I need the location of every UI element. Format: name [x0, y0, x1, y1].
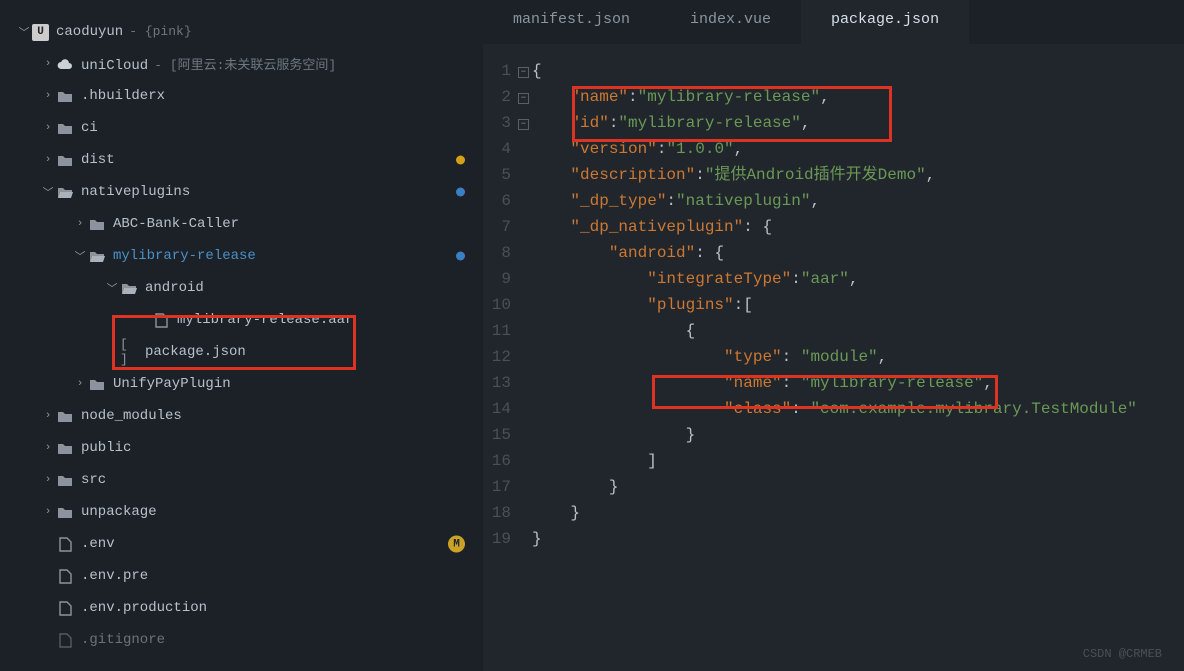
watermark: CSDN @CRMEB — [1083, 647, 1162, 661]
root-folder[interactable]: ﹀ U caoduyun - {pink} — [0, 16, 483, 48]
file-label: .env — [81, 536, 463, 552]
file-icon — [56, 631, 74, 649]
chevron-right-icon: › — [40, 120, 56, 136]
chevron-right-icon: › — [40, 472, 56, 488]
folder-abc-bank[interactable]: › ABC-Bank-Caller — [0, 208, 483, 240]
spacer — [40, 568, 56, 584]
chevron-down-icon: ﹀ — [16, 24, 32, 40]
chevron-down-icon: ﹀ — [40, 184, 56, 200]
code-content: { "name":"mylibrary-release", "id":"myli… — [532, 58, 1137, 671]
cloud-icon — [56, 55, 74, 73]
chevron-right-icon: › — [40, 504, 56, 520]
tab-index[interactable]: index.vue — [660, 0, 801, 44]
spacer — [40, 600, 56, 616]
chevron-down-icon: ﹀ — [104, 280, 120, 296]
folder-label: uniCloud — [81, 58, 148, 74]
folder-android[interactable]: ﹀ android — [0, 272, 483, 304]
folder-label: ci — [81, 120, 463, 136]
folder-icon — [56, 119, 74, 137]
new-dot-icon — [456, 188, 465, 197]
folder-label: src — [81, 472, 463, 488]
line-numbers: 12345678910111213141516171819 — [483, 58, 518, 671]
folder-hint: - [阿里云:未关联云服务空间] — [154, 58, 336, 73]
folder-icon — [56, 471, 74, 489]
file-aar[interactable]: mylibrary-release.aar — [0, 304, 483, 336]
folder-label: public — [81, 440, 463, 456]
folder-unicloud[interactable]: › uniCloud - [阿里云:未关联云服务空间] — [0, 48, 483, 80]
folder-unifypay[interactable]: › UnifyPayPlugin — [0, 368, 483, 400]
chevron-right-icon: › — [40, 88, 56, 104]
folder-icon — [56, 151, 74, 169]
folder-unpackage[interactable]: › unpackage — [0, 496, 483, 528]
file-icon — [56, 567, 74, 585]
folder-icon — [56, 407, 74, 425]
editor-area: manifest.json index.vue package.json 123… — [483, 0, 1184, 671]
chevron-right-icon: › — [40, 440, 56, 456]
folder-open-icon — [56, 183, 74, 201]
file-package-json[interactable]: [ ] package.json — [0, 336, 483, 368]
chevron-right-icon: › — [40, 152, 56, 168]
file-env[interactable]: .env M — [0, 528, 483, 560]
file-tree: ﹀ U caoduyun - {pink} › uniCloud - [阿里云:未关… — [0, 16, 483, 656]
file-icon — [56, 535, 74, 553]
chevron-right-icon: › — [40, 408, 56, 424]
sidebar: ﹀ U caoduyun - {pink} › uniCloud - [阿里云:未关… — [0, 0, 483, 671]
folder-node-modules[interactable]: › node_modules — [0, 400, 483, 432]
spacer — [104, 344, 120, 360]
folder-icon — [56, 439, 74, 457]
chevron-down-icon: ﹀ — [72, 248, 88, 264]
folder-label: .hbuilderx — [81, 88, 463, 104]
file-env-production[interactable]: .env.production — [0, 592, 483, 624]
folder-nativeplugins[interactable]: ﹀ nativeplugins — [0, 176, 483, 208]
folder-label: nativeplugins — [81, 184, 463, 200]
folder-icon — [56, 87, 74, 105]
project-badge-icon: U — [32, 24, 49, 41]
code-editor[interactable]: 12345678910111213141516171819 −−− { "nam… — [483, 44, 1184, 671]
new-dot-icon — [456, 252, 465, 261]
folder-label: UnifyPayPlugin — [113, 376, 463, 392]
file-label: .env.pre — [81, 568, 463, 584]
folder-icon — [88, 215, 106, 233]
folder-open-icon — [120, 279, 138, 297]
folder-mylibrary-release[interactable]: ﹀ mylibrary-release — [0, 240, 483, 272]
folder-dist[interactable]: › dist — [0, 144, 483, 176]
file-env-pre[interactable]: .env.pre — [0, 560, 483, 592]
chevron-right-icon: › — [40, 56, 56, 72]
folder-src[interactable]: › src — [0, 464, 483, 496]
folder-label: node_modules — [81, 408, 463, 424]
folder-open-icon — [88, 247, 106, 265]
folder-label: dist — [81, 152, 463, 168]
chevron-right-icon: › — [72, 376, 88, 392]
tab-package[interactable]: package.json — [801, 0, 969, 44]
fold-column: −−− — [518, 58, 532, 671]
file-label: .env.production — [81, 600, 463, 616]
chevron-right-icon: › — [72, 216, 88, 232]
file-gitignore[interactable]: .gitignore — [0, 624, 483, 656]
file-icon — [152, 311, 170, 329]
folder-public[interactable]: › public — [0, 432, 483, 464]
folder-label: ABC-Bank-Caller — [113, 216, 463, 232]
json-icon: [ ] — [120, 343, 138, 361]
folder-icon — [56, 503, 74, 521]
file-label: .gitignore — [81, 632, 463, 648]
root-hint: - {pink} — [129, 24, 191, 39]
folder-label: unpackage — [81, 504, 463, 520]
folder-ci[interactable]: › ci — [0, 112, 483, 144]
file-label: mylibrary-release.aar — [177, 312, 463, 328]
folder-hbuilderx[interactable]: › .hbuilderx — [0, 80, 483, 112]
spacer — [40, 536, 56, 552]
file-label: package.json — [145, 344, 463, 360]
root-label: caoduyun — [56, 24, 123, 40]
file-icon — [56, 599, 74, 617]
folder-label: mylibrary-release — [113, 248, 463, 264]
modified-badge-icon: M — [448, 536, 465, 553]
folder-icon — [88, 375, 106, 393]
tab-bar: manifest.json index.vue package.json — [483, 0, 1184, 44]
spacer — [40, 632, 56, 648]
spacer — [136, 312, 152, 328]
tab-manifest[interactable]: manifest.json — [483, 0, 660, 44]
modified-dot-icon — [456, 156, 465, 165]
folder-label: android — [145, 280, 463, 296]
